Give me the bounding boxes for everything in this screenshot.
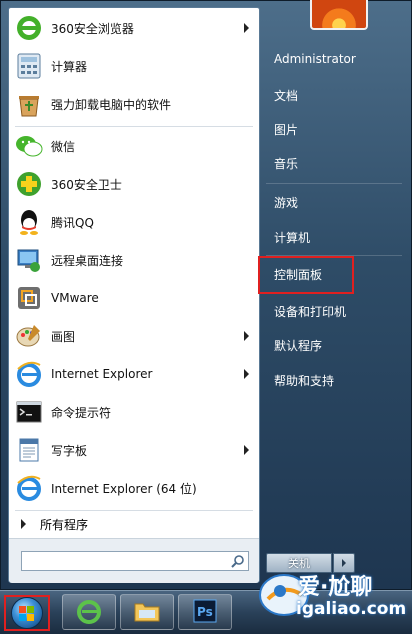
program-label: 微信 <box>51 139 76 154</box>
ie-icon <box>76 598 102 627</box>
right-item-label: 音乐 <box>274 156 299 171</box>
right-item-music[interactable]: 音乐 <box>266 149 404 177</box>
programs-pane: 360安全浏览器 计算器 强力卸载电脑中的软件 微信 360安全卫士 腾讯QQ <box>8 7 260 583</box>
ie-icon <box>15 474 43 502</box>
right-item-label: 设备和打印机 <box>274 304 347 319</box>
all-programs-label: 所有程序 <box>40 517 89 532</box>
360-safe-icon <box>15 170 43 198</box>
right-item-label: 帮助和支持 <box>274 373 335 388</box>
right-item-label: 游戏 <box>274 195 299 210</box>
search-box[interactable] <box>21 551 249 571</box>
360-browser-icon <box>15 14 43 42</box>
program-label: 360安全卫士 <box>51 177 122 192</box>
program-item-wechat[interactable]: 微信 <box>9 128 259 164</box>
program-item-wordpad[interactable]: 写字板 <box>9 432 259 468</box>
right-item-computer[interactable]: 计算机 <box>266 223 404 251</box>
right-item-label: 图片 <box>274 122 299 137</box>
divider <box>266 183 402 184</box>
submenu-arrow-icon <box>244 369 249 379</box>
program-item-paint[interactable]: 画图 <box>9 318 259 354</box>
right-item-label: 默认程序 <box>274 338 323 353</box>
right-item-games[interactable]: 游戏 <box>266 188 404 216</box>
divider <box>15 126 253 127</box>
program-item-cmd[interactable]: 命令提示符 <box>9 394 259 430</box>
program-item-uninstall[interactable]: 强力卸载电脑中的软件 <box>9 86 259 122</box>
program-item-360-browser[interactable]: 360安全浏览器 <box>9 10 259 46</box>
divider <box>15 510 253 511</box>
right-item-label: 计算机 <box>274 230 311 245</box>
program-label: 计算器 <box>51 59 88 74</box>
program-label: 画图 <box>51 329 76 344</box>
right-item-default-programs[interactable]: 默认程序 <box>266 331 404 359</box>
watermark-line1: 爱·尬聊 <box>298 575 373 600</box>
right-item-devices-printers[interactable]: 设备和打印机 <box>266 297 404 325</box>
program-label: 强力卸载电脑中的软件 <box>51 97 172 112</box>
taskbar-explorer-button[interactable] <box>120 594 174 630</box>
highlight-box <box>258 256 354 294</box>
right-item-documents[interactable]: 文档 <box>266 81 404 109</box>
user-avatar[interactable] <box>310 0 368 30</box>
watermark-line2: igaliao.com <box>296 599 407 619</box>
program-item-calculator[interactable]: 计算器 <box>9 48 259 84</box>
submenu-arrow-icon <box>244 331 249 341</box>
right-item-label: 文档 <box>274 88 299 103</box>
submenu-arrow-icon <box>244 445 249 455</box>
program-item-ie[interactable]: Internet Explorer <box>9 356 259 392</box>
remote-desktop-icon <box>15 246 43 274</box>
program-label: 腾讯QQ <box>51 215 94 230</box>
photoshop-icon: Ps <box>193 599 217 626</box>
expand-arrow-icon <box>21 519 26 529</box>
search-icon[interactable] <box>231 554 245 568</box>
all-programs-button[interactable]: 所有程序 <box>9 512 259 536</box>
wordpad-icon <box>15 436 43 464</box>
program-label: Internet Explorer <box>51 367 153 381</box>
qq-icon <box>15 208 43 236</box>
program-item-vmware[interactable]: VMware <box>9 280 259 316</box>
program-item-ie-64[interactable]: Internet Explorer (64 位) <box>9 470 259 506</box>
right-item-pictures[interactable]: 图片 <box>266 115 404 143</box>
wechat-icon <box>15 132 43 160</box>
program-item-remote-desktop[interactable]: 远程桌面连接 <box>9 242 259 278</box>
user-name-link[interactable]: Administrator <box>266 45 404 73</box>
program-label: 远程桌面连接 <box>51 253 124 268</box>
user-name: Administrator <box>274 52 356 66</box>
svg-text:Ps: Ps <box>197 605 213 619</box>
program-item-360-safe[interactable]: 360安全卫士 <box>9 166 259 202</box>
cmd-icon <box>15 398 43 426</box>
calculator-icon <box>15 52 43 80</box>
program-label: VMware <box>51 291 99 305</box>
program-label: 命令提示符 <box>51 405 112 420</box>
program-label: 360安全浏览器 <box>51 21 134 36</box>
program-item-qq[interactable]: 腾讯QQ <box>9 204 259 240</box>
search-input[interactable] <box>25 553 229 571</box>
vmware-icon <box>15 284 43 312</box>
program-label: 写字板 <box>51 443 88 458</box>
start-button[interactable] <box>4 595 50 631</box>
taskbar-ie-button[interactable] <box>62 594 116 630</box>
uninstall-icon <box>15 90 43 118</box>
search-area <box>9 538 259 583</box>
paint-icon <box>15 322 43 350</box>
ie-icon <box>15 360 43 388</box>
program-label: Internet Explorer (64 位) <box>51 481 197 496</box>
right-item-help-support[interactable]: 帮助和支持 <box>266 366 404 394</box>
windows-logo-icon <box>11 597 43 629</box>
folder-icon <box>133 599 161 626</box>
submenu-arrow-icon <box>244 23 249 33</box>
taskbar-photoshop-button[interactable]: Ps <box>178 594 232 630</box>
